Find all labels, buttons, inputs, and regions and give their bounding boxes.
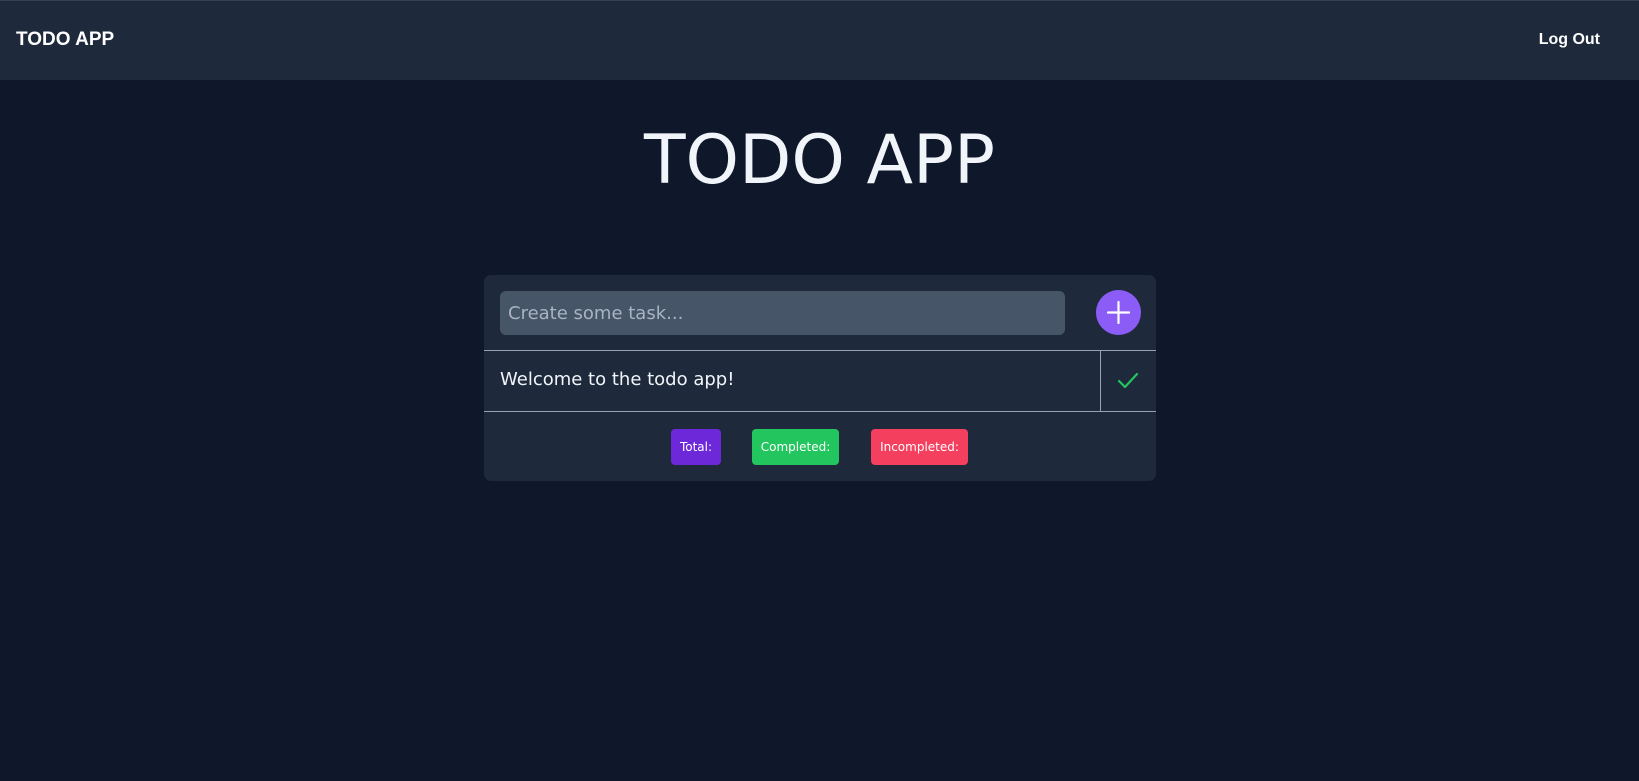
completed-badge: Completed: [752,429,839,465]
todo-item: Welcome to the todo app! [484,351,1156,412]
stats-bar: Total: Completed: Incompleted: [484,412,1156,481]
complete-toggle[interactable] [1100,351,1156,411]
check-icon [1117,372,1139,389]
page-title: TODO APP [643,121,996,200]
brand-logo[interactable]: TODO APP [16,29,114,51]
task-input[interactable] [500,291,1065,335]
navbar: TODO APP Log Out [0,0,1639,80]
task-form [484,275,1156,351]
logout-button[interactable]: Log Out [1539,31,1600,49]
todo-item-text: Welcome to the todo app! [500,369,735,390]
incompleted-badge: Incompleted: [871,429,968,465]
todo-card: Welcome to the todo app! Total: Complete… [484,275,1156,481]
plus-icon [1106,300,1131,325]
total-badge: Total: [671,429,721,465]
add-task-button[interactable] [1096,290,1141,335]
